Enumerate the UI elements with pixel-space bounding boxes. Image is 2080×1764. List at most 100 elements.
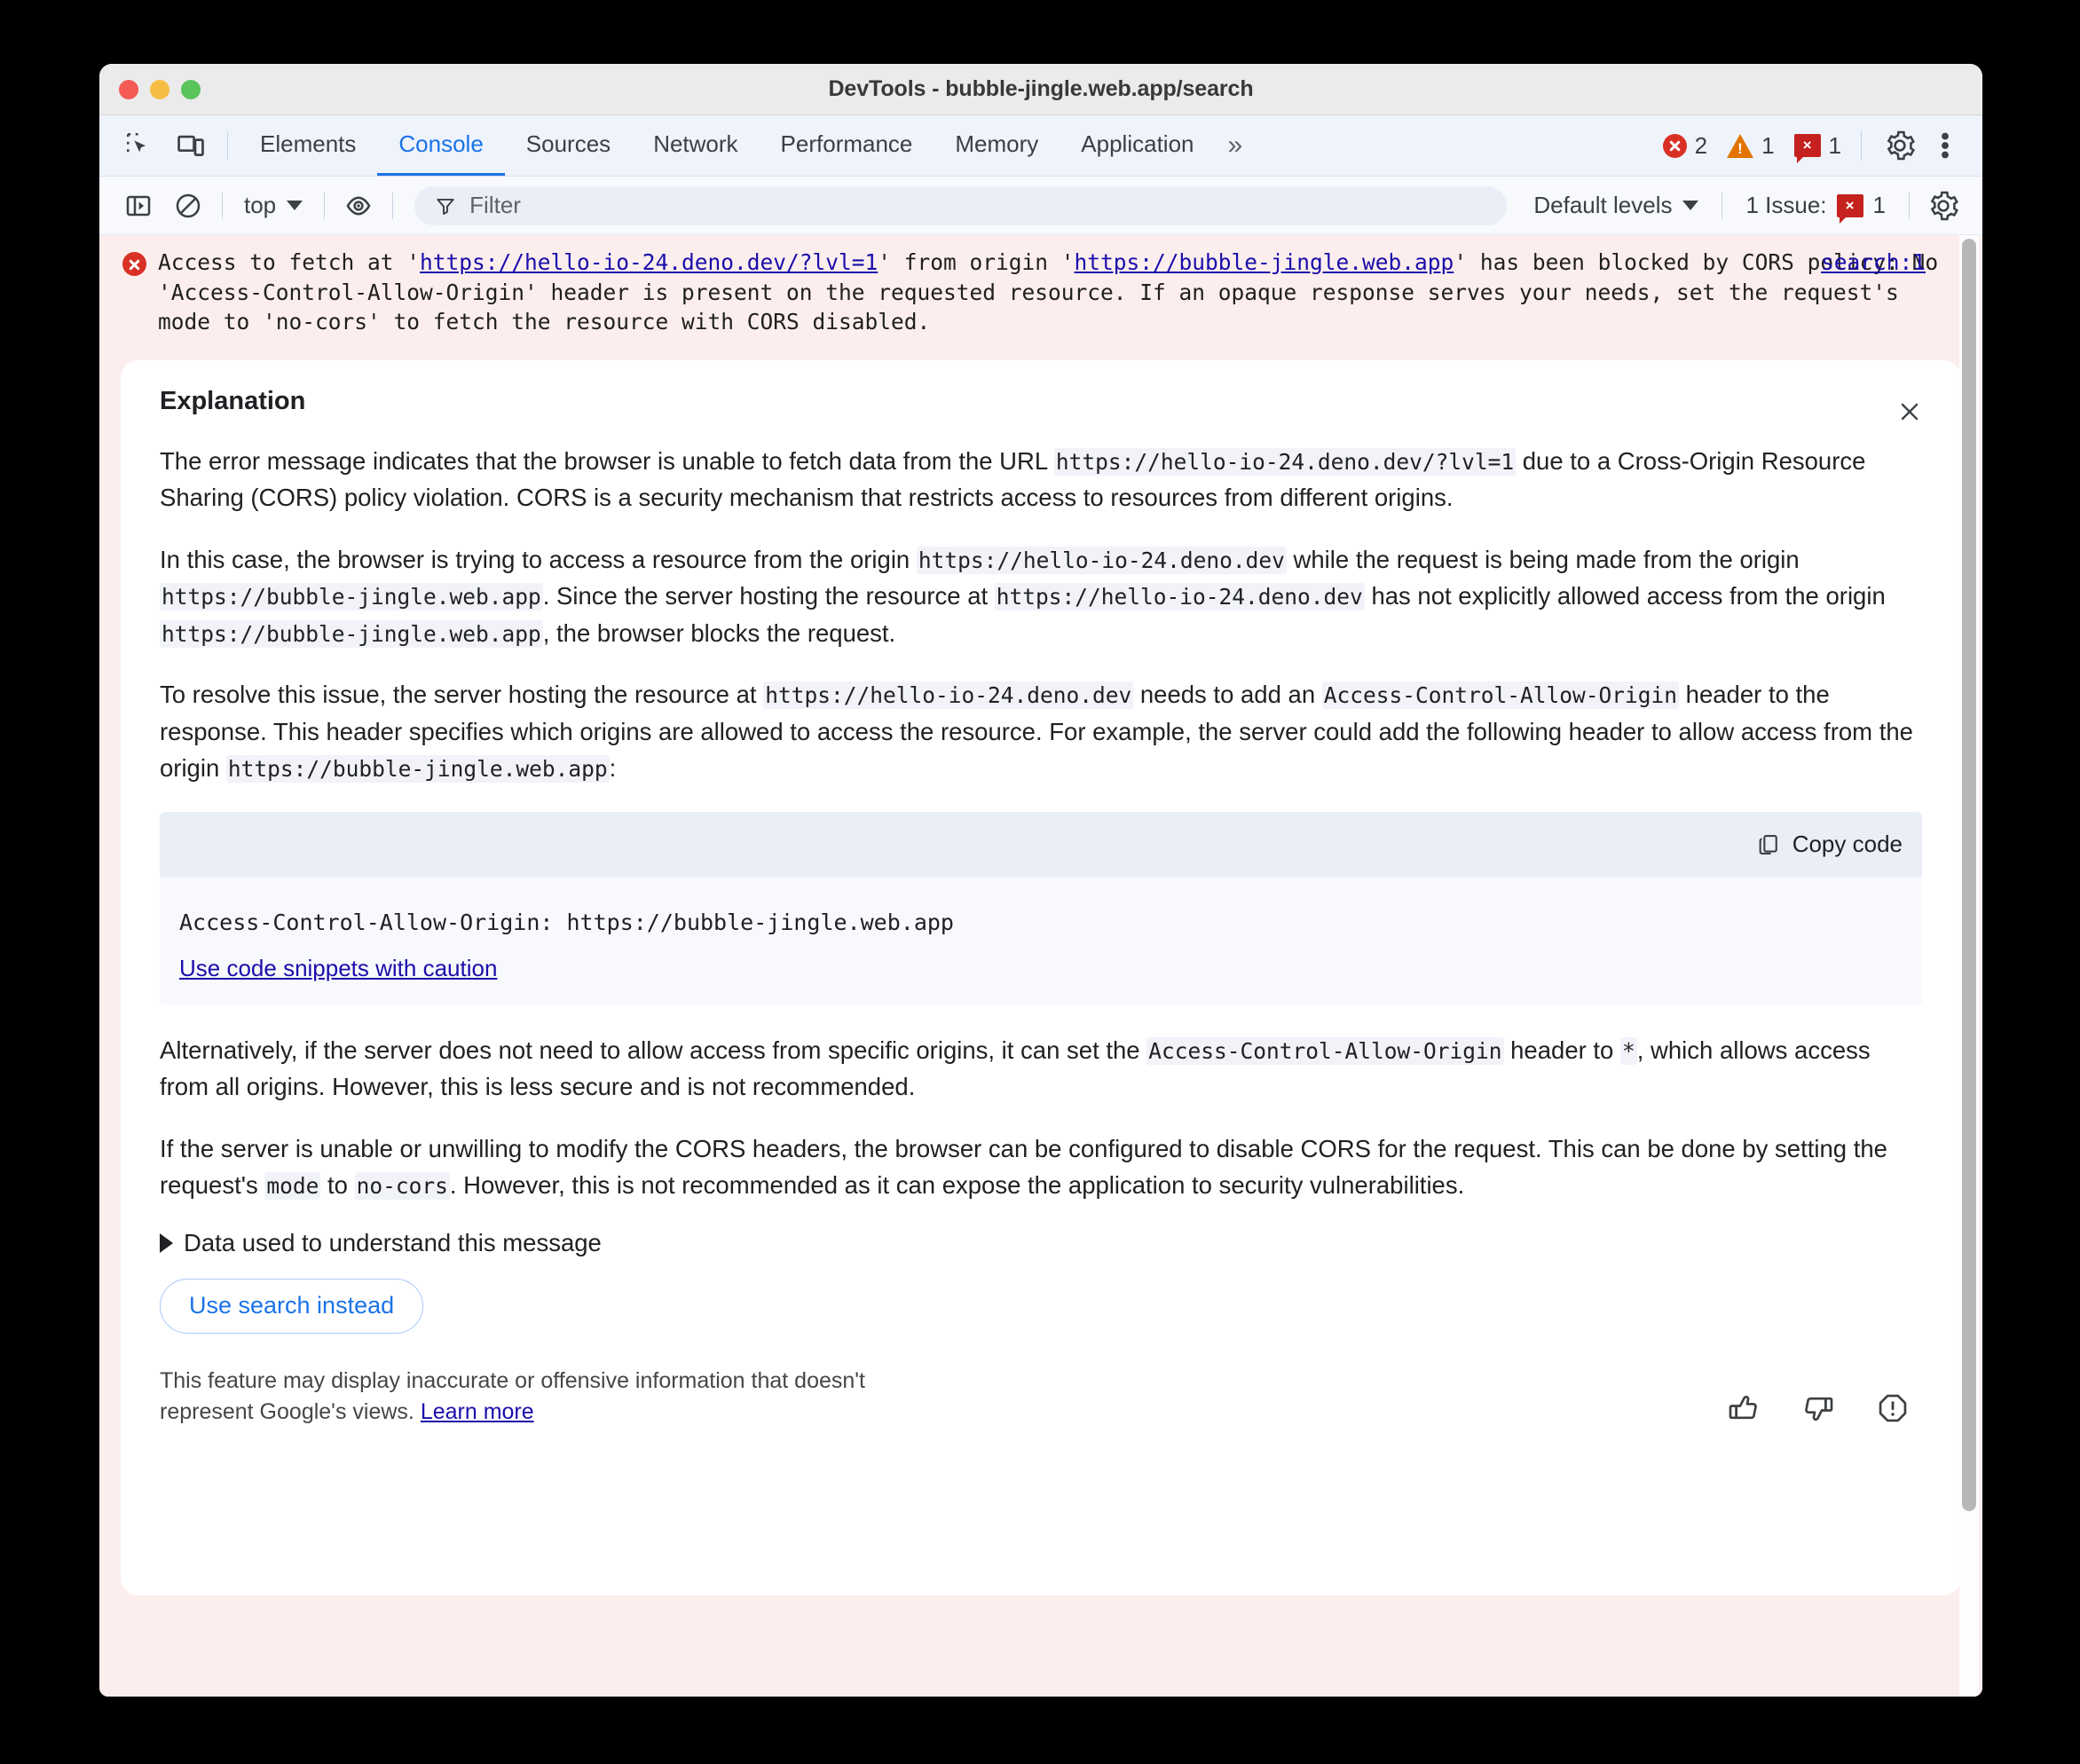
live-expression-icon[interactable] bbox=[334, 185, 383, 227]
issue-badge-icon-small: × bbox=[1836, 193, 1863, 224]
console-filter-bar: top Filter Default levels 1 Issue: × 1 bbox=[99, 177, 1982, 235]
tab-application[interactable]: Application bbox=[1060, 115, 1215, 176]
paragraph: The error message indicates that the bro… bbox=[160, 443, 1922, 516]
filter-divider-3 bbox=[392, 192, 394, 219]
text-run: Access to fetch at ' bbox=[158, 249, 421, 275]
text-run: ' from origin ' bbox=[878, 249, 1075, 275]
inline-code: * bbox=[1619, 1036, 1637, 1065]
explanation-paragraphs: The error message indicates that the bro… bbox=[160, 443, 1922, 787]
text-run: to bbox=[320, 1171, 355, 1200]
warning-badge-icon bbox=[1727, 133, 1754, 158]
inline-code: https://bubble-jingle.web.app bbox=[160, 583, 543, 611]
inspect-element-icon[interactable] bbox=[114, 115, 165, 176]
kebab-menu-icon[interactable] bbox=[1926, 130, 1965, 161]
copy-code-button[interactable]: Copy code bbox=[1756, 831, 1903, 858]
devtools-window: DevTools - bubble-jingle.web.app/search … bbox=[99, 64, 1982, 1697]
inline-code: Access-Control-Allow-Origin bbox=[1321, 681, 1680, 710]
close-window-button[interactable] bbox=[119, 79, 138, 99]
text-run: , the browser blocks the request. bbox=[542, 618, 896, 647]
text-run: . Since the server hosting the resource … bbox=[542, 582, 995, 610]
log-levels-select[interactable]: Default levels bbox=[1519, 192, 1713, 219]
tab-performance[interactable]: Performance bbox=[760, 115, 934, 176]
code-caution-link[interactable]: Use code snippets with caution bbox=[179, 955, 497, 982]
text-run: The error message indicates that the bro… bbox=[160, 446, 1054, 475]
triangle-right-icon bbox=[160, 1232, 173, 1253]
error-badge-icon bbox=[1662, 133, 1687, 158]
clear-console-icon[interactable] bbox=[163, 185, 213, 227]
warning-count: 1 bbox=[1761, 131, 1775, 159]
maximize-window-button[interactable] bbox=[181, 79, 201, 99]
minimize-window-button[interactable] bbox=[150, 79, 169, 99]
issue-count: 1 bbox=[1828, 131, 1841, 159]
error-counter[interactable]: 2 bbox=[1662, 132, 1707, 160]
device-toolbar-icon[interactable] bbox=[165, 115, 217, 176]
chevron-down-icon-levels bbox=[1682, 201, 1699, 210]
text-run: Alternatively, if the server does not ne… bbox=[160, 1036, 1147, 1064]
text-run: To resolve this issue, the server hostin… bbox=[160, 681, 764, 709]
inline-code: https://hello-io-24.deno.dev bbox=[763, 681, 1134, 710]
gear-icon[interactable] bbox=[1874, 130, 1926, 161]
thumb-down-icon[interactable] bbox=[1798, 1388, 1839, 1429]
error-circle-icon bbox=[122, 252, 146, 276]
card-footer: This feature may display inaccurate or o… bbox=[160, 1366, 1922, 1429]
issue-badge-icon: × bbox=[1793, 134, 1821, 163]
execution-context-select[interactable]: top bbox=[232, 192, 315, 219]
issues-link[interactable]: 1 Issue: × 1 bbox=[1731, 192, 1900, 224]
code-block-body: Access-Control-Allow-Origin: https://bub… bbox=[160, 878, 1922, 1005]
filter-divider-2 bbox=[324, 192, 326, 219]
inline-link[interactable]: https://hello-io-24.deno.dev/?lvl=1 bbox=[420, 249, 878, 275]
window-title: DevTools - bubble-jingle.web.app/search bbox=[828, 76, 1254, 101]
use-search-instead-button[interactable]: Use search instead bbox=[160, 1278, 424, 1334]
paragraph: To resolve this issue, the server hostin… bbox=[160, 676, 1922, 787]
search-input[interactable]: Filter bbox=[414, 185, 1508, 225]
tab-sources[interactable]: Sources bbox=[505, 115, 632, 176]
code-block: Copy code Access-Control-Allow-Origin: h… bbox=[160, 811, 1922, 1005]
more-tabs-icon[interactable]: » bbox=[1216, 115, 1256, 176]
issue-counter[interactable]: × 1 bbox=[1793, 131, 1841, 163]
chevron-down-icon bbox=[287, 201, 303, 210]
inline-code: https://hello-io-24.deno.dev bbox=[994, 583, 1365, 611]
text-run: : bbox=[609, 754, 617, 783]
ai-disclaimer: This feature may display inaccurate or o… bbox=[160, 1366, 958, 1429]
data-used-disclosure[interactable]: Data used to understand this message bbox=[160, 1229, 1922, 1257]
execution-context-value: top bbox=[244, 192, 277, 218]
show-console-sidebar-icon[interactable] bbox=[114, 185, 163, 227]
issues-count: 1 bbox=[1872, 192, 1886, 218]
inline-code: https://bubble-jingle.web.app bbox=[225, 755, 610, 784]
paragraph: Alternatively, if the server does not ne… bbox=[160, 1032, 1922, 1106]
paragraph: In this case, the browser is trying to a… bbox=[160, 541, 1922, 652]
message-source-link[interactable]: search:1 bbox=[1821, 248, 1926, 278]
message-text: Access to fetch at 'https://hello-io-24.… bbox=[158, 248, 1947, 337]
console-settings-gear-icon[interactable] bbox=[1918, 185, 1968, 227]
text-run: while the request is being made from the… bbox=[1286, 545, 1800, 573]
inline-code: https://bubble-jingle.web.app bbox=[160, 619, 543, 648]
toolbar-divider-2 bbox=[1861, 130, 1862, 161]
explanation-paragraphs-after: Alternatively, if the server does not ne… bbox=[160, 1032, 1922, 1204]
tab-elements[interactable]: Elements bbox=[239, 115, 377, 176]
inline-code: https://hello-io-24.deno.dev/?lvl=1 bbox=[1053, 447, 1517, 476]
tab-network[interactable]: Network bbox=[632, 115, 759, 176]
inline-code: Access-Control-Allow-Origin bbox=[1146, 1036, 1504, 1065]
filter-divider-1 bbox=[222, 192, 223, 219]
learn-more-link[interactable]: Learn more bbox=[421, 1399, 534, 1424]
scrollbar-thumb[interactable] bbox=[1962, 239, 1976, 1511]
report-icon[interactable] bbox=[1872, 1388, 1913, 1429]
devtools-tab-strip: Elements Console Sources Network Perform… bbox=[99, 115, 1982, 177]
thumb-up-icon[interactable] bbox=[1723, 1388, 1764, 1429]
close-x-icon[interactable] bbox=[1890, 392, 1929, 431]
inline-code: https://hello-io-24.deno.dev bbox=[916, 546, 1287, 574]
console-scrollbar[interactable] bbox=[1959, 235, 1979, 1697]
inline-link[interactable]: https://bubble-jingle.web.app bbox=[1075, 249, 1454, 275]
tab-memory[interactable]: Memory bbox=[934, 115, 1060, 176]
warning-counter[interactable]: 1 bbox=[1727, 131, 1775, 160]
filter-divider-5 bbox=[1909, 192, 1910, 219]
console-output: search:1 Access to fetch at 'https://hel… bbox=[99, 235, 1982, 1697]
traffic-lights bbox=[119, 79, 201, 99]
filter-funnel-icon bbox=[437, 198, 454, 215]
copy-code-label: Copy code bbox=[1792, 831, 1903, 858]
console-error-message[interactable]: search:1 Access to fetch at 'https://hel… bbox=[99, 235, 1982, 346]
disclosure-label: Data used to understand this message bbox=[184, 1228, 602, 1256]
tab-console[interactable]: Console bbox=[377, 115, 505, 176]
card-title: Explanation bbox=[160, 386, 306, 415]
log-levels-value: Default levels bbox=[1533, 192, 1673, 218]
